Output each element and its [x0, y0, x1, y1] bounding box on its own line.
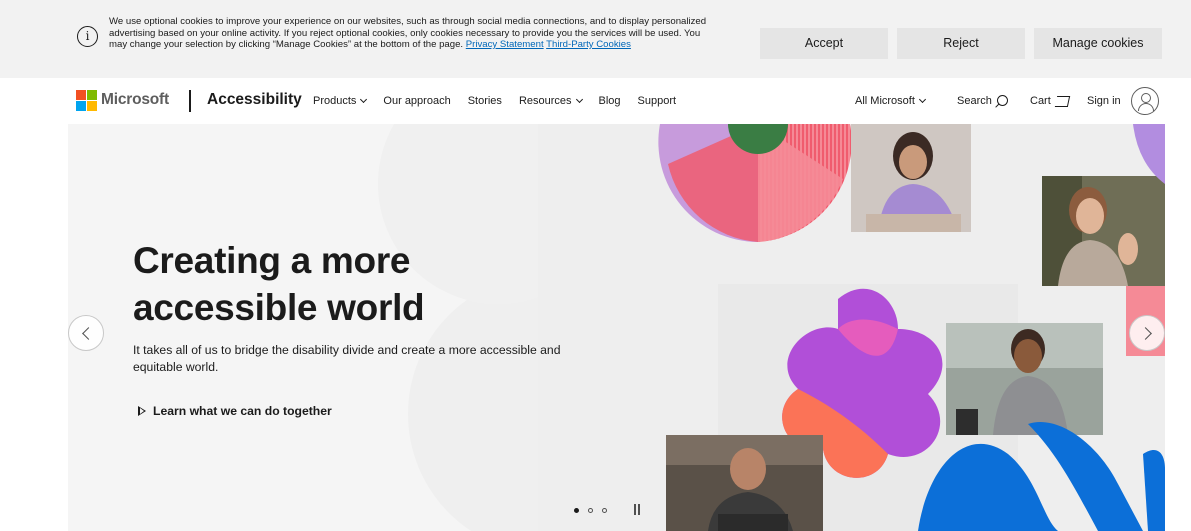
third-party-cookies-link[interactable]: Third-Party Cookies: [546, 39, 631, 50]
carousel-indicators: [574, 508, 616, 513]
chevron-left-icon: [82, 327, 95, 340]
photo-woman-laptop: [851, 124, 971, 232]
sign-in-link[interactable]: Sign in: [1087, 78, 1121, 124]
site-header: Microsoft Accessibility Products Our app…: [0, 78, 1191, 124]
hero-carousel: Creating a more accessible world It take…: [68, 124, 1165, 531]
carousel-previous-button[interactable]: [68, 315, 104, 351]
nav-stories[interactable]: Stories: [468, 95, 502, 107]
hero-subtitle: It takes all of us to bridge the disabil…: [133, 343, 561, 374]
photo-woman-signing: [1042, 176, 1165, 286]
microsoft-logo-icon[interactable]: [76, 90, 97, 111]
main-nav: Products Our approach Stories Resources …: [313, 78, 693, 124]
microsoft-wordmark[interactable]: Microsoft: [101, 91, 169, 109]
carousel-dot-1[interactable]: [574, 508, 579, 513]
learn-more-link[interactable]: Learn what we can do together: [138, 404, 332, 418]
learn-more-label: Learn what we can do together: [153, 404, 332, 418]
reject-cookies-button[interactable]: Reject: [897, 28, 1025, 59]
photo-man-laptop: [666, 435, 823, 531]
nav-resources[interactable]: Resources: [519, 95, 583, 107]
info-icon: i: [77, 26, 98, 47]
search-icon: [996, 94, 1008, 106]
carousel-pause-button[interactable]: [633, 504, 641, 515]
search-button[interactable]: Search: [957, 78, 1008, 124]
accept-cookies-button[interactable]: Accept: [760, 28, 888, 59]
manage-cookies-button[interactable]: Manage cookies: [1034, 28, 1162, 59]
privacy-statement-link[interactable]: Privacy Statement: [466, 39, 544, 50]
play-triangle-icon: [138, 406, 146, 416]
carousel-next-button[interactable]: [1129, 315, 1165, 351]
chevron-down-icon: [918, 95, 926, 104]
chevron-right-icon: [1139, 327, 1152, 340]
cookie-text: We use optional cookies to improve your …: [109, 16, 709, 51]
cookie-banner: i We use optional cookies to improve you…: [0, 0, 1191, 78]
header-divider: [189, 90, 191, 112]
all-microsoft-menu[interactable]: All Microsoft: [855, 78, 926, 124]
nav-support[interactable]: Support: [638, 95, 677, 107]
hero-title: Creating a more accessible world: [133, 240, 425, 328]
nav-our-approach[interactable]: Our approach: [383, 95, 450, 107]
chevron-down-icon: [575, 95, 583, 104]
site-title[interactable]: Accessibility: [207, 91, 302, 109]
nav-products[interactable]: Products: [313, 95, 368, 107]
carousel-dot-2[interactable]: [588, 508, 593, 513]
chevron-down-icon: [360, 95, 368, 104]
cart-button[interactable]: Cart: [1030, 78, 1070, 124]
nav-blog[interactable]: Blog: [599, 95, 621, 107]
carousel-dot-3[interactable]: [602, 508, 607, 513]
photo-man-wheelchair: [946, 323, 1103, 435]
cart-icon: [1054, 95, 1070, 107]
account-avatar-icon[interactable]: [1131, 87, 1159, 115]
